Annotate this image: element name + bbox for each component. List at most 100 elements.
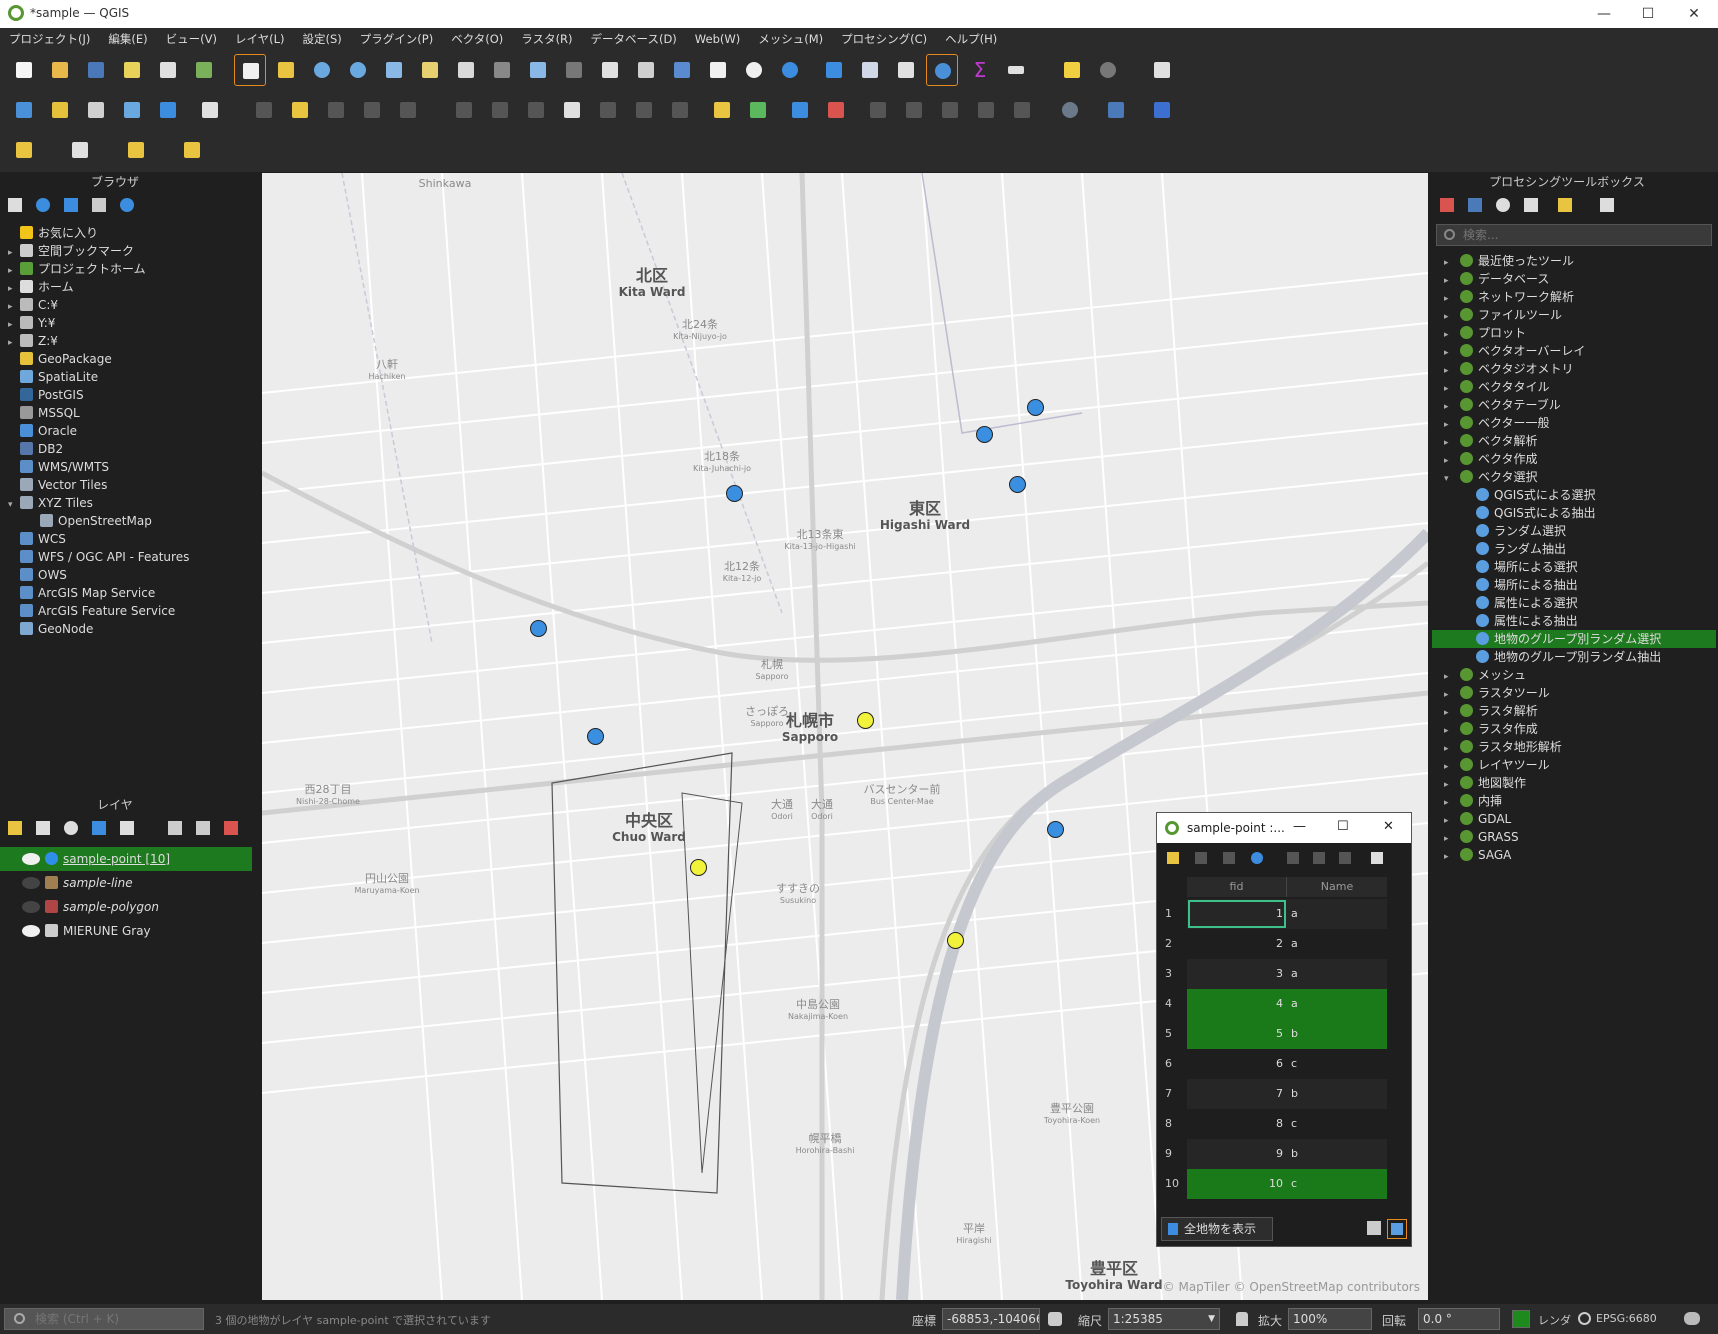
change-label-button[interactable] xyxy=(972,96,1000,124)
label-properties-button[interactable] xyxy=(1008,96,1036,124)
cell-name[interactable]: a xyxy=(1287,989,1387,1019)
cell-name[interactable]: b xyxy=(1287,1019,1387,1049)
filter-icon[interactable] xyxy=(92,821,106,835)
toolbox-item[interactable]: ▸ レイヤツール xyxy=(1432,756,1716,774)
maximize-button[interactable]: ☐ xyxy=(1626,3,1670,25)
zoom-full-button[interactable] xyxy=(380,56,408,84)
cell-fid[interactable]: 6 xyxy=(1187,1049,1287,1079)
browser-item[interactable]: ▸ Z:¥ xyxy=(8,332,248,350)
toggle-editing-pencil-icon[interactable] xyxy=(286,96,314,124)
toolbox-item[interactable]: ▸ ベクタオーバーレイ xyxy=(1432,342,1716,360)
pan-tool-button[interactable] xyxy=(234,54,266,86)
messages-icon[interactable] xyxy=(1684,1312,1700,1325)
toolbox-item[interactable]: 場所による選択 xyxy=(1432,558,1716,576)
toolbox-search-input[interactable] xyxy=(1436,224,1712,246)
cell-name[interactable]: c xyxy=(1287,1109,1387,1139)
toolbox-item[interactable]: ▸ メッシュ xyxy=(1432,666,1716,684)
menu-project[interactable]: プロジェクト(J) xyxy=(0,28,99,50)
toolbox-item[interactable]: ▸ 地図製作 xyxy=(1432,774,1716,792)
toolbox-item[interactable]: ▸ ラスタ地形解析 xyxy=(1432,738,1716,756)
layer-item[interactable]: MIERUNE Gray xyxy=(0,919,252,943)
map-point-feature[interactable] xyxy=(947,932,964,949)
delete-selected-button[interactable] xyxy=(486,96,514,124)
toolbox-item[interactable]: 場所による抽出 xyxy=(1432,576,1716,594)
row-number[interactable]: 6 xyxy=(1161,1049,1187,1079)
edits-button[interactable] xyxy=(196,96,224,124)
browser-item[interactable]: お気に入り xyxy=(8,224,248,242)
cut-icon[interactable] xyxy=(1339,852,1351,864)
column-header-fid[interactable]: fid xyxy=(1187,877,1287,897)
field-calculator-button[interactable] xyxy=(892,56,920,84)
toolbox-item[interactable]: ▾ ベクタ選択 xyxy=(1432,468,1716,486)
history-clock-icon[interactable] xyxy=(1496,198,1510,212)
toolbox-item[interactable]: ▸ ネットワーク解析 xyxy=(1432,288,1716,306)
cut-features-button[interactable] xyxy=(522,96,550,124)
browser-item[interactable]: ▸ 空間ブックマーク xyxy=(8,242,248,260)
help-icon[interactable] xyxy=(1148,96,1176,124)
zoom-out-button[interactable] xyxy=(344,56,372,84)
python-console-icon[interactable] xyxy=(1102,96,1130,124)
edit-features-in-place-icon[interactable] xyxy=(1558,198,1572,212)
layer-item[interactable]: sample-line xyxy=(0,871,252,895)
map-point-feature[interactable] xyxy=(587,728,604,745)
digitize-button[interactable] xyxy=(118,96,146,124)
diagram-tool-button[interactable] xyxy=(744,96,772,124)
add-feature-button[interactable] xyxy=(358,96,386,124)
save-project-button[interactable] xyxy=(82,56,110,84)
toolbox-item[interactable]: ▸ ベクタジオメトリ xyxy=(1432,360,1716,378)
identify-button[interactable] xyxy=(820,56,848,84)
toolbox-item[interactable]: ▸ ラスタ解析 xyxy=(1432,702,1716,720)
open-styling-icon[interactable] xyxy=(8,821,22,835)
collapse-all-icon[interactable] xyxy=(196,821,210,835)
new-print-layout-button[interactable] xyxy=(118,56,146,84)
minimize-button[interactable]: — xyxy=(1582,3,1626,25)
toolbox-item[interactable]: ▸ ベクター一般 xyxy=(1432,414,1716,432)
new-3d-view-button[interactable] xyxy=(632,56,660,84)
show-hide-labels-button[interactable] xyxy=(864,96,892,124)
delete-feature-icon[interactable] xyxy=(1313,852,1325,864)
browser-item[interactable]: Vector Tiles xyxy=(8,476,248,494)
table-row[interactable]: 44a xyxy=(1161,989,1401,1019)
table-row[interactable]: 99b xyxy=(1161,1139,1401,1169)
rotation-spinbox[interactable]: 0.0 ° xyxy=(1418,1308,1500,1330)
toolbox-item[interactable]: ランダム選択 xyxy=(1432,522,1716,540)
row-number[interactable]: 9 xyxy=(1161,1139,1187,1169)
zoom-to-layer-button[interactable] xyxy=(452,56,480,84)
remove-layer-icon[interactable] xyxy=(224,821,238,835)
cell-fid[interactable]: 9 xyxy=(1187,1139,1287,1169)
toolbox-item[interactable]: ▸ SAGA xyxy=(1432,846,1716,864)
select-features-button[interactable] xyxy=(10,136,38,164)
python-icon[interactable] xyxy=(1468,198,1482,212)
toolbox-item[interactable]: ▸ プロット xyxy=(1432,324,1716,342)
browser-item[interactable]: OpenStreetMap xyxy=(8,512,248,530)
browser-item[interactable]: PostGIS xyxy=(8,386,248,404)
table-row[interactable]: 11a xyxy=(1161,899,1401,929)
zoom-in-button[interactable] xyxy=(308,56,336,84)
close-button[interactable]: ✕ xyxy=(1672,3,1716,25)
browser-item[interactable]: MSSQL xyxy=(8,404,248,422)
statistics-sigma-icon[interactable]: Σ xyxy=(966,56,994,84)
menu-edit[interactable]: 編集(E) xyxy=(99,28,156,50)
browser-item[interactable]: ▸ プロジェクトホーム xyxy=(8,260,248,278)
map-point-feature[interactable] xyxy=(1047,821,1064,838)
table-row[interactable]: 10 10 c xyxy=(1161,1169,1401,1199)
select-by-value-button[interactable] xyxy=(66,136,94,164)
browser-item[interactable]: ▾ XYZ Tiles xyxy=(8,494,248,512)
menu-plugins[interactable]: プラグイン(P) xyxy=(351,28,442,50)
table-row[interactable]: 88c xyxy=(1161,1109,1401,1139)
table-row[interactable]: 22a xyxy=(1161,929,1401,959)
attr-close-button[interactable]: ✕ xyxy=(1383,819,1394,834)
toolbox-item[interactable]: ▸ ファイルツール xyxy=(1432,306,1716,324)
zoom-native-button[interactable] xyxy=(488,56,516,84)
add-layer-button[interactable] xyxy=(154,96,182,124)
column-header-name[interactable]: Name xyxy=(1287,877,1387,897)
table-row[interactable]: 77b xyxy=(1161,1079,1401,1109)
label-tool-button[interactable] xyxy=(708,96,736,124)
results-icon[interactable] xyxy=(1524,198,1538,212)
map-point-feature[interactable] xyxy=(857,712,874,729)
browser-item[interactable]: ArcGIS Map Service xyxy=(8,584,248,602)
eye-icon[interactable] xyxy=(22,877,40,889)
browser-item[interactable]: WCS xyxy=(8,530,248,548)
bookmark-button[interactable] xyxy=(668,56,696,84)
menu-view[interactable]: ビュー(V) xyxy=(157,28,226,50)
